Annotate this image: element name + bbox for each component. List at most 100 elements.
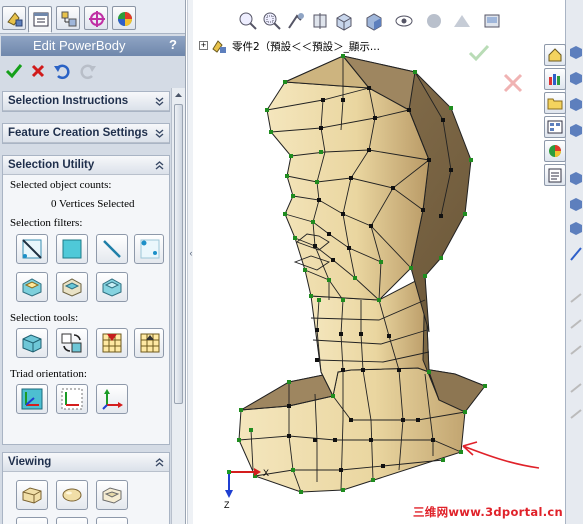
property-manager-title: Edit PowerBody xyxy=(33,38,126,53)
cage-filter-c-icon xyxy=(102,278,122,297)
property-manager-title-bar: Edit PowerBody ? xyxy=(1,36,185,56)
cancel-x-icon xyxy=(31,64,45,78)
section-view-icon xyxy=(313,13,327,29)
view-smooth-icon xyxy=(62,488,82,502)
selection-utility-label: Selection Utility xyxy=(8,159,95,171)
ok-check-icon xyxy=(468,44,490,62)
ok-button[interactable] xyxy=(4,61,24,81)
side-cube-icon xyxy=(570,72,582,85)
triad-orientation-label: Triad orientation: xyxy=(10,368,87,380)
vertex-edge-filter-button[interactable] xyxy=(16,234,48,264)
view-settings-button[interactable] xyxy=(481,10,503,32)
view-wire-button[interactable] xyxy=(96,480,128,510)
side-cube-icon xyxy=(570,222,582,235)
triad-z-label: Z xyxy=(224,500,230,510)
side-cube-icon xyxy=(570,172,582,185)
cancel-button[interactable] xyxy=(28,61,48,81)
custom-properties-button[interactable] xyxy=(544,164,566,186)
view-extra-button-a[interactable] xyxy=(16,517,48,524)
shrink-select-icon xyxy=(140,333,160,353)
selection-instructions-label: Selection Instructions xyxy=(8,95,129,107)
scroll-up-arrow-icon[interactable] xyxy=(173,89,184,101)
redo-button[interactable] xyxy=(78,61,98,81)
view-extra-button-b[interactable] xyxy=(56,517,88,524)
confirm-ok-corner[interactable] xyxy=(466,40,492,66)
triad-screen-button[interactable] xyxy=(96,384,128,414)
previous-view-icon xyxy=(288,13,304,29)
previous-view-button[interactable] xyxy=(285,10,307,32)
expand-icon[interactable]: + xyxy=(199,41,208,50)
design-library-button[interactable] xyxy=(544,68,566,90)
vertex-filter-button[interactable] xyxy=(134,234,164,264)
home-button[interactable] xyxy=(544,44,566,66)
task-pane xyxy=(544,0,583,524)
viewing-header[interactable]: Viewing xyxy=(3,453,169,472)
cage-filter-c-button[interactable] xyxy=(96,272,128,302)
box-select-icon xyxy=(22,334,42,353)
cage-filter-b-button[interactable] xyxy=(56,272,88,302)
apply-scene-button[interactable] xyxy=(451,10,473,32)
appearances-button[interactable] xyxy=(544,140,566,162)
box-select-button[interactable] xyxy=(16,328,48,358)
swap-select-button[interactable] xyxy=(56,328,88,358)
file-explorer-icon xyxy=(547,98,563,110)
graphics-area[interactable]: + 零件2（預設＜＜預設＞_顯示... X Z xyxy=(193,0,565,524)
feature-creation-settings-header[interactable]: Feature Creation Settings xyxy=(3,124,169,143)
design-library-icon xyxy=(549,74,560,85)
triad-local-button[interactable] xyxy=(56,384,88,414)
display-manager-icon xyxy=(118,12,132,26)
view-orientation-icon xyxy=(336,13,352,31)
feature-manager-tab[interactable] xyxy=(2,6,26,30)
triad-x-label: X xyxy=(263,468,269,478)
side-tool-icon xyxy=(570,383,582,393)
help-button[interactable]: ? xyxy=(165,37,181,53)
edge-filter-button[interactable] xyxy=(96,234,128,264)
cage-filter-b-icon xyxy=(62,278,82,297)
custom-properties-icon xyxy=(548,168,562,183)
display-style-icon xyxy=(366,13,382,31)
view-palette-button[interactable] xyxy=(544,116,566,138)
property-manager-tab[interactable] xyxy=(28,6,52,33)
face-filter-button[interactable] xyxy=(56,234,88,264)
triad-global-button[interactable] xyxy=(16,384,48,414)
hide-show-button[interactable] xyxy=(393,10,415,32)
configuration-manager-tab[interactable] xyxy=(56,6,80,30)
view-smooth-button[interactable] xyxy=(56,480,88,510)
selection-utility-header[interactable]: Selection Utility xyxy=(3,156,169,175)
cage-filter-a-button[interactable] xyxy=(16,272,48,302)
configuration-manager-icon xyxy=(61,11,77,27)
viewing-label: Viewing xyxy=(8,456,52,468)
feature-creation-settings-group: Feature Creation Settings xyxy=(2,123,170,144)
vertex-filter-icon xyxy=(140,239,160,259)
side-tool-icon xyxy=(570,293,582,303)
part-icon xyxy=(212,40,226,53)
display-manager-tab[interactable] xyxy=(112,6,136,30)
property-manager-icon xyxy=(33,12,49,27)
view-orientation-button[interactable] xyxy=(333,10,355,32)
zoom-to-fit-button[interactable] xyxy=(237,10,259,32)
undo-button[interactable] xyxy=(52,61,72,81)
section-view-button[interactable] xyxy=(309,10,331,32)
view-extra-button-c[interactable] xyxy=(96,517,128,524)
display-style-button[interactable] xyxy=(363,10,385,32)
property-manager-scrollbar[interactable] xyxy=(171,88,185,524)
view-solid-button[interactable] xyxy=(16,480,48,510)
shrink-select-button[interactable] xyxy=(134,328,164,358)
scrollbar-thumb[interactable] xyxy=(174,104,183,404)
file-explorer-button[interactable] xyxy=(544,92,566,114)
edit-appearance-button[interactable] xyxy=(423,10,445,32)
zoom-to-fit-icon xyxy=(239,12,257,30)
side-cube-icon xyxy=(570,98,582,111)
dimxpert-tab[interactable] xyxy=(84,6,108,30)
grow-select-button[interactable] xyxy=(96,328,128,358)
confirm-cancel-corner[interactable] xyxy=(500,70,526,96)
selection-instructions-group: Selection Instructions xyxy=(2,91,170,112)
side-tool-icon xyxy=(570,409,582,419)
apply-scene-icon xyxy=(454,15,470,27)
selection-instructions-header[interactable]: Selection Instructions xyxy=(3,92,169,111)
side-cube-icon xyxy=(570,198,582,211)
chevron-up-icon xyxy=(155,161,164,170)
heads-up-view-toolbar xyxy=(237,10,527,34)
zoom-area-button[interactable] xyxy=(261,10,283,32)
view-settings-icon xyxy=(484,14,500,28)
